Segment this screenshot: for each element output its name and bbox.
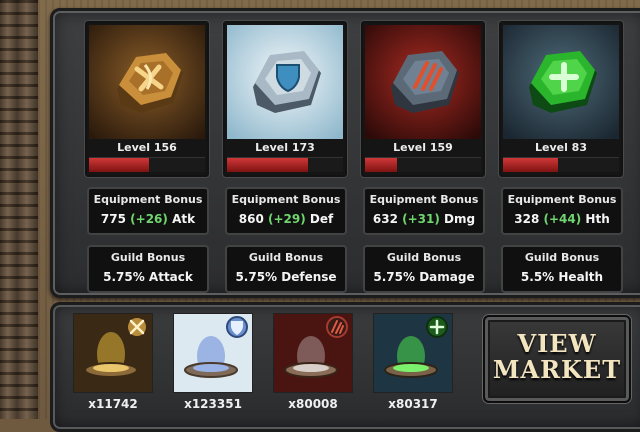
level-bar-fill — [227, 158, 309, 172]
equipment-bonus-box: Equipment Bonus 328 (+44) Hth — [501, 187, 623, 235]
bonus-base: 775 — [100, 212, 126, 226]
guild-bonus-title: Guild Bonus — [386, 251, 462, 264]
level-label: Level 173 — [255, 141, 315, 154]
rune-frame: Level 83 — [499, 21, 623, 177]
guild-bonus-box: Guild Bonus 5.75% Damage — [363, 245, 485, 293]
equipment-bonus-value: 775 (+26) Atk — [89, 212, 207, 226]
level-label: Level 156 — [117, 141, 177, 154]
equipment-bonus-value: 860 (+29) Def — [227, 212, 345, 226]
item-thumbnail — [73, 313, 153, 393]
guild-bonus-value: 5.75% Attack — [103, 270, 193, 284]
level-label: Level 159 — [393, 141, 453, 154]
guild-bonus-value: 5.75% Defense — [235, 270, 337, 284]
item-thumbnail — [173, 313, 253, 393]
guild-bonus-box: Guild Bonus 5.75% Attack — [87, 245, 209, 293]
guild-bonus-box: Guild Bonus 5.5% Health — [501, 245, 623, 293]
equipment-bonus-value: 328 (+44) Hth — [503, 212, 621, 226]
bonus-stat: Atk — [172, 212, 196, 226]
equipment-bonus-title: Equipment Bonus — [231, 193, 341, 206]
guild-bonus-value: 5.75% Damage — [373, 270, 475, 284]
rune-art — [503, 25, 619, 139]
rune-frame: Level 173 — [223, 21, 347, 177]
level-bar-fill — [503, 158, 558, 172]
inventory-panel: x11742 x123351 x80008 x80317 VIEW MARKET — [50, 302, 640, 432]
rune-art — [89, 25, 205, 139]
level-bar-fill — [365, 158, 398, 172]
rune-art — [365, 25, 481, 139]
bonus-stat: Def — [309, 212, 334, 226]
guild-bonus-title: Guild Bonus — [248, 251, 324, 264]
item-thumbnail — [373, 313, 453, 393]
item-count: x80008 — [288, 397, 338, 411]
bonus-base: 860 — [238, 212, 264, 226]
bonus-stat: Dmg — [444, 212, 476, 226]
level-bar — [503, 157, 619, 172]
equipment-bonus-box: Equipment Bonus 860 (+29) Def — [225, 187, 347, 235]
rune-frame: Level 159 — [361, 21, 485, 177]
bonus-increase: (+44) — [543, 212, 582, 226]
item-count: x11742 — [88, 397, 138, 411]
level-bar-fill — [89, 158, 150, 172]
bonus-increase: (+31) — [402, 212, 440, 226]
rune-frame: Level 156 — [85, 21, 209, 177]
guild-bonus-box: Guild Bonus 5.75% Defense — [225, 245, 347, 293]
level-bar — [365, 157, 481, 172]
bonus-increase: (+26) — [130, 212, 168, 226]
level-label: Level 83 — [534, 141, 587, 154]
chain-border — [0, 0, 38, 419]
item-count: x123351 — [184, 397, 242, 411]
item-count: x80317 — [388, 397, 438, 411]
equipment-bonus-title: Equipment Bonus — [93, 193, 203, 206]
level-bar — [227, 157, 343, 172]
equipment-bonus-title: Equipment Bonus — [507, 193, 617, 206]
equipment-bonus-box: Equipment Bonus 775 (+26) Atk — [87, 187, 209, 235]
guild-bonus-title: Guild Bonus — [524, 251, 600, 264]
view-market-line1: VIEW — [517, 329, 597, 358]
equipment-bonus-box: Equipment Bonus 632 (+31) Dmg — [363, 187, 485, 235]
equipment-bonus-title: Equipment Bonus — [369, 193, 479, 206]
rune-art — [227, 25, 343, 139]
bonus-base: 632 — [372, 212, 398, 226]
guild-bonus-title: Guild Bonus — [110, 251, 186, 264]
equipment-bonus-value: 632 (+31) Dmg — [365, 212, 483, 226]
level-bar — [89, 157, 205, 172]
bonus-base: 328 — [514, 212, 540, 226]
item-thumbnail — [273, 313, 353, 393]
bonus-stat: Hth — [585, 212, 610, 226]
guild-bonus-value: 5.5% Health — [520, 270, 604, 284]
bonus-increase: (+29) — [268, 212, 306, 226]
rune-panel: Level 156 Equipment Bonus 775 (+26) Atk … — [50, 8, 640, 298]
view-market-button[interactable]: VIEW MARKET — [483, 315, 631, 403]
view-market-line2: MARKET — [492, 355, 622, 384]
